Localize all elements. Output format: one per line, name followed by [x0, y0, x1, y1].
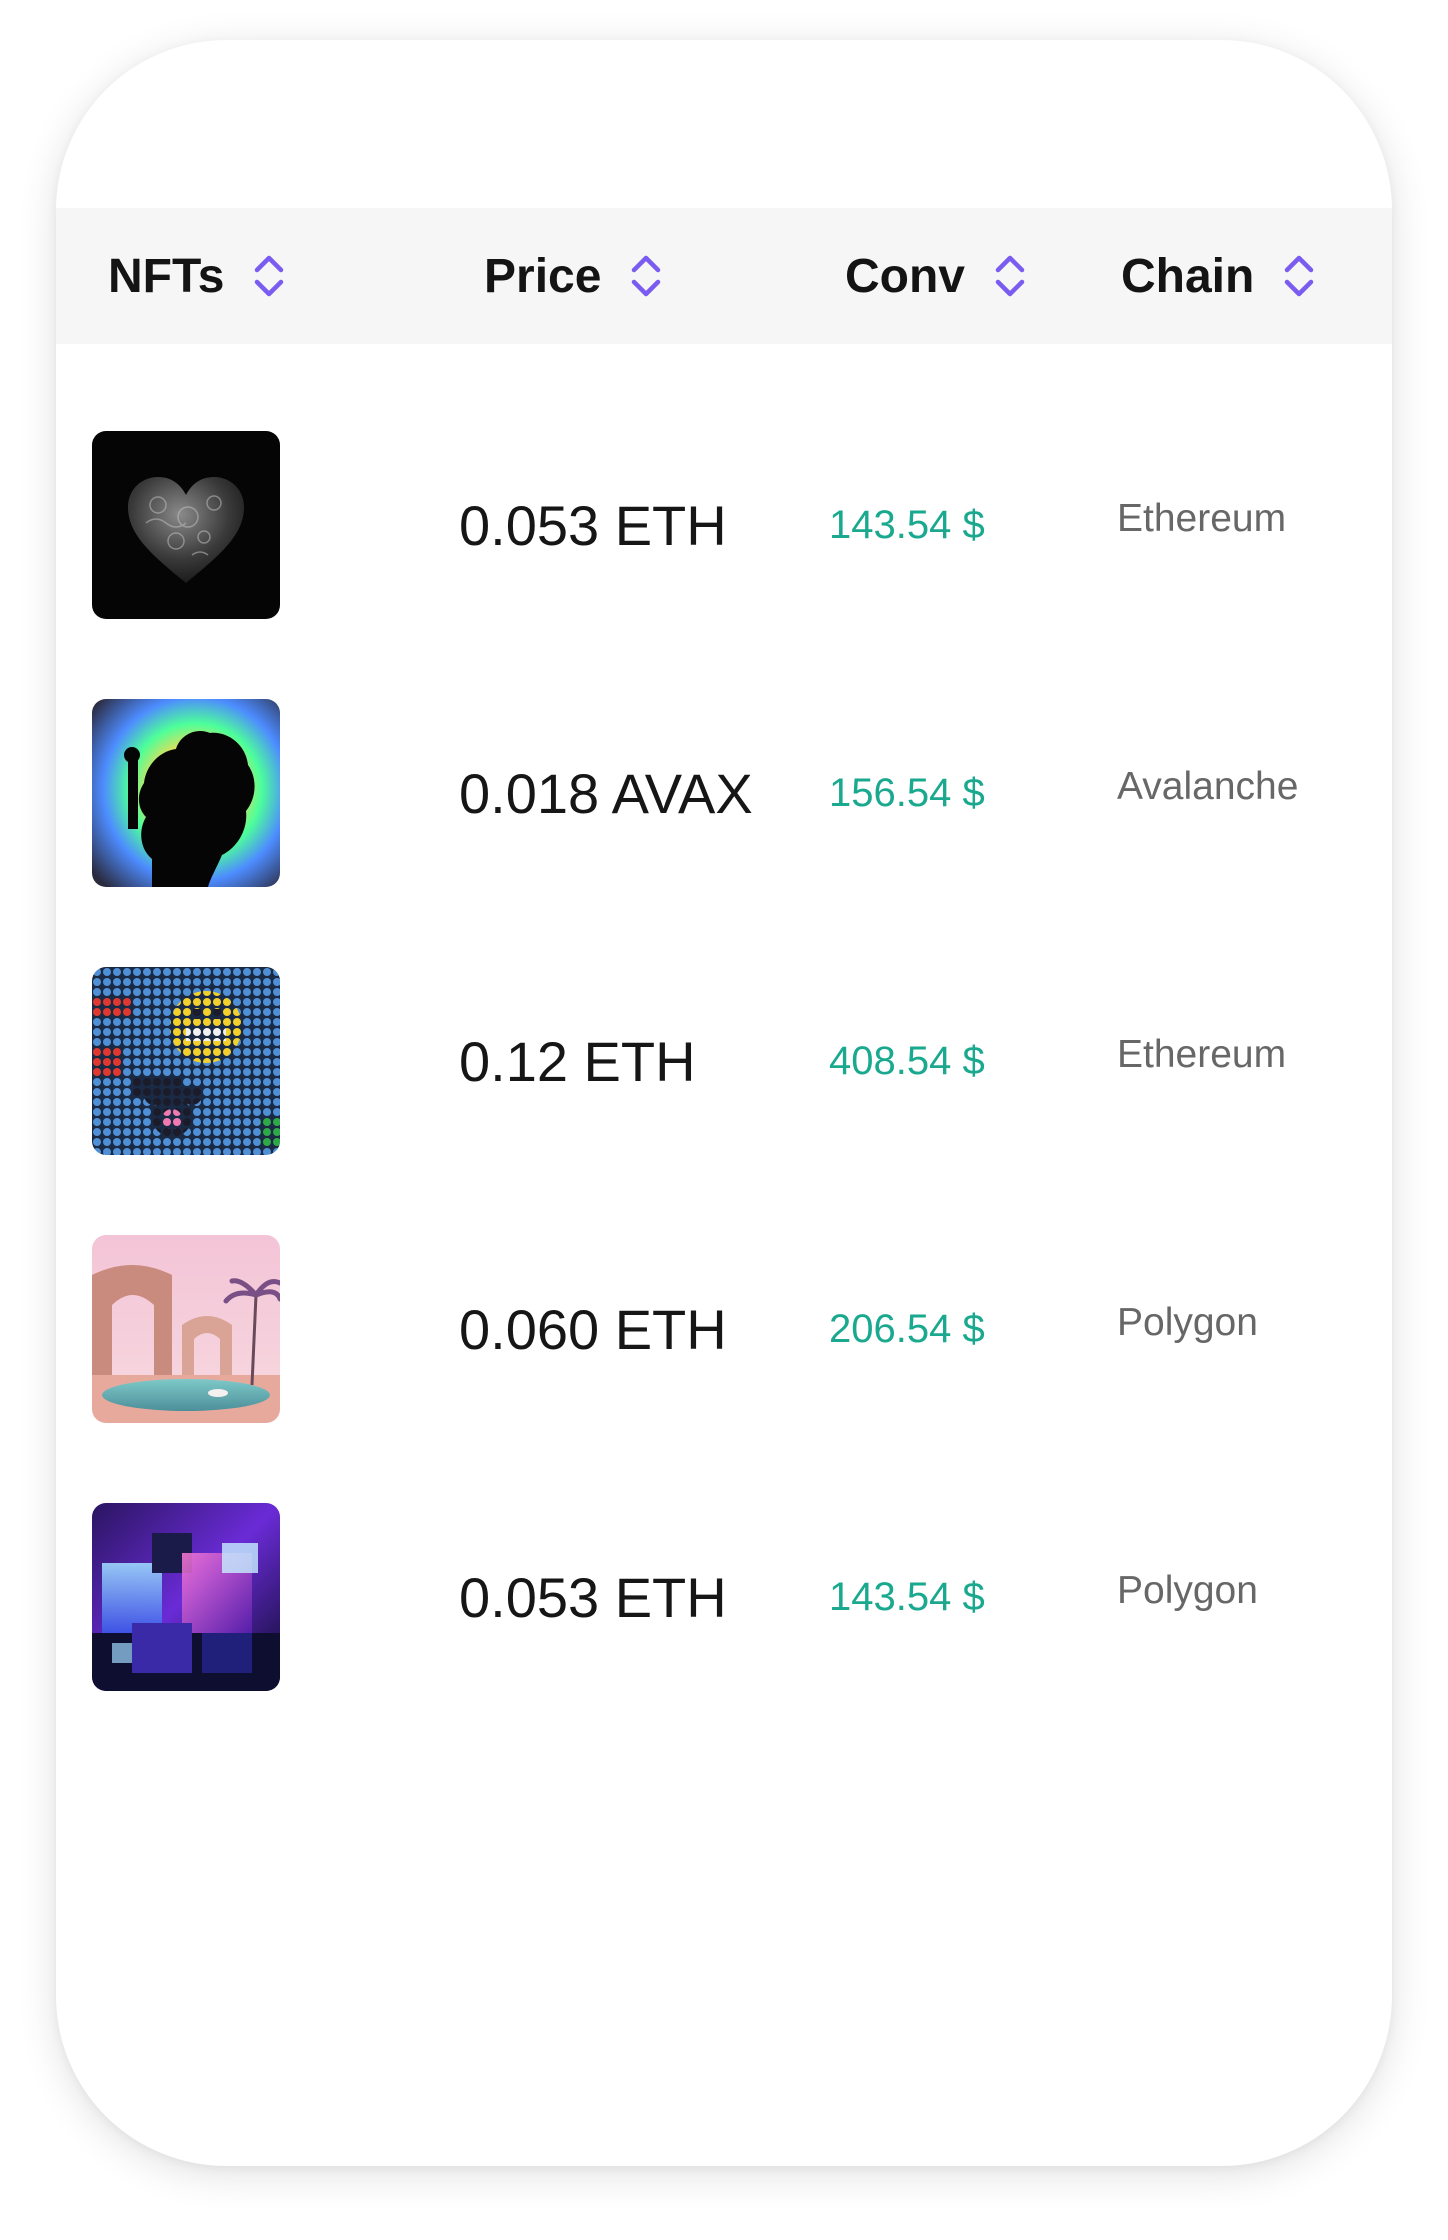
silhouette-nft-image[interactable] [92, 699, 280, 887]
column-header-label: NFTs [108, 249, 225, 303]
pixel-art-nft-image[interactable] [92, 967, 280, 1155]
table-header: NFTs Price Conv Chain [56, 208, 1392, 344]
conv-value: 143.54 $ [829, 502, 985, 547]
chain-value: Polygon [1117, 1301, 1258, 1344]
sort-updown-icon[interactable] [252, 253, 286, 299]
column-header-conv[interactable]: Conv [845, 208, 1027, 344]
price-value: 0.060 ETH [459, 1297, 727, 1361]
heart-nft-image[interactable] [92, 431, 280, 619]
table-row[interactable]: 0.12 ETH 408.54 $ Ethereum [56, 967, 1392, 1155]
chain-value: Avalanche [1117, 765, 1299, 808]
price-value: 0.053 ETH [459, 1565, 727, 1629]
table-row[interactable]: 0.060 ETH 206.54 $ Polygon [56, 1235, 1392, 1423]
price-value: 0.018 AVAX [459, 761, 753, 825]
sort-updown-icon[interactable] [1282, 253, 1316, 299]
conv-value: 408.54 $ [829, 1038, 985, 1083]
chain-value: Polygon [1117, 1569, 1258, 1612]
price-value: 0.053 ETH [459, 493, 727, 557]
column-header-chain[interactable]: Chain [1121, 208, 1316, 344]
column-header-label: Price [484, 249, 602, 303]
arches-pool-nft-image[interactable] [92, 1235, 280, 1423]
sort-updown-icon[interactable] [993, 253, 1027, 299]
chain-value: Ethereum [1117, 497, 1287, 540]
column-header-label: Conv [845, 249, 965, 303]
conv-value: 156.54 $ [829, 770, 985, 815]
conv-value: 206.54 $ [829, 1306, 985, 1351]
table-row[interactable]: 0.018 AVAX 156.54 $ Avalanche [56, 699, 1392, 887]
table-row[interactable]: 0.053 ETH 143.54 $ Ethereum [56, 431, 1392, 619]
column-header-price[interactable]: Price [484, 208, 663, 344]
chain-value: Ethereum [1117, 1033, 1287, 1076]
table-row[interactable]: 0.053 ETH 143.54 $ Polygon [56, 1503, 1392, 1691]
neon-cubes-nft-image[interactable] [92, 1503, 280, 1691]
column-header-nfts[interactable]: NFTs [108, 208, 286, 344]
conv-value: 143.54 $ [829, 1574, 985, 1619]
column-header-label: Chain [1121, 249, 1255, 303]
price-value: 0.12 ETH [459, 1029, 696, 1093]
sort-updown-icon[interactable] [629, 253, 663, 299]
nft-table-card: NFTs Price Conv Chain 0.053 ETH 143.54 $… [56, 40, 1392, 2166]
